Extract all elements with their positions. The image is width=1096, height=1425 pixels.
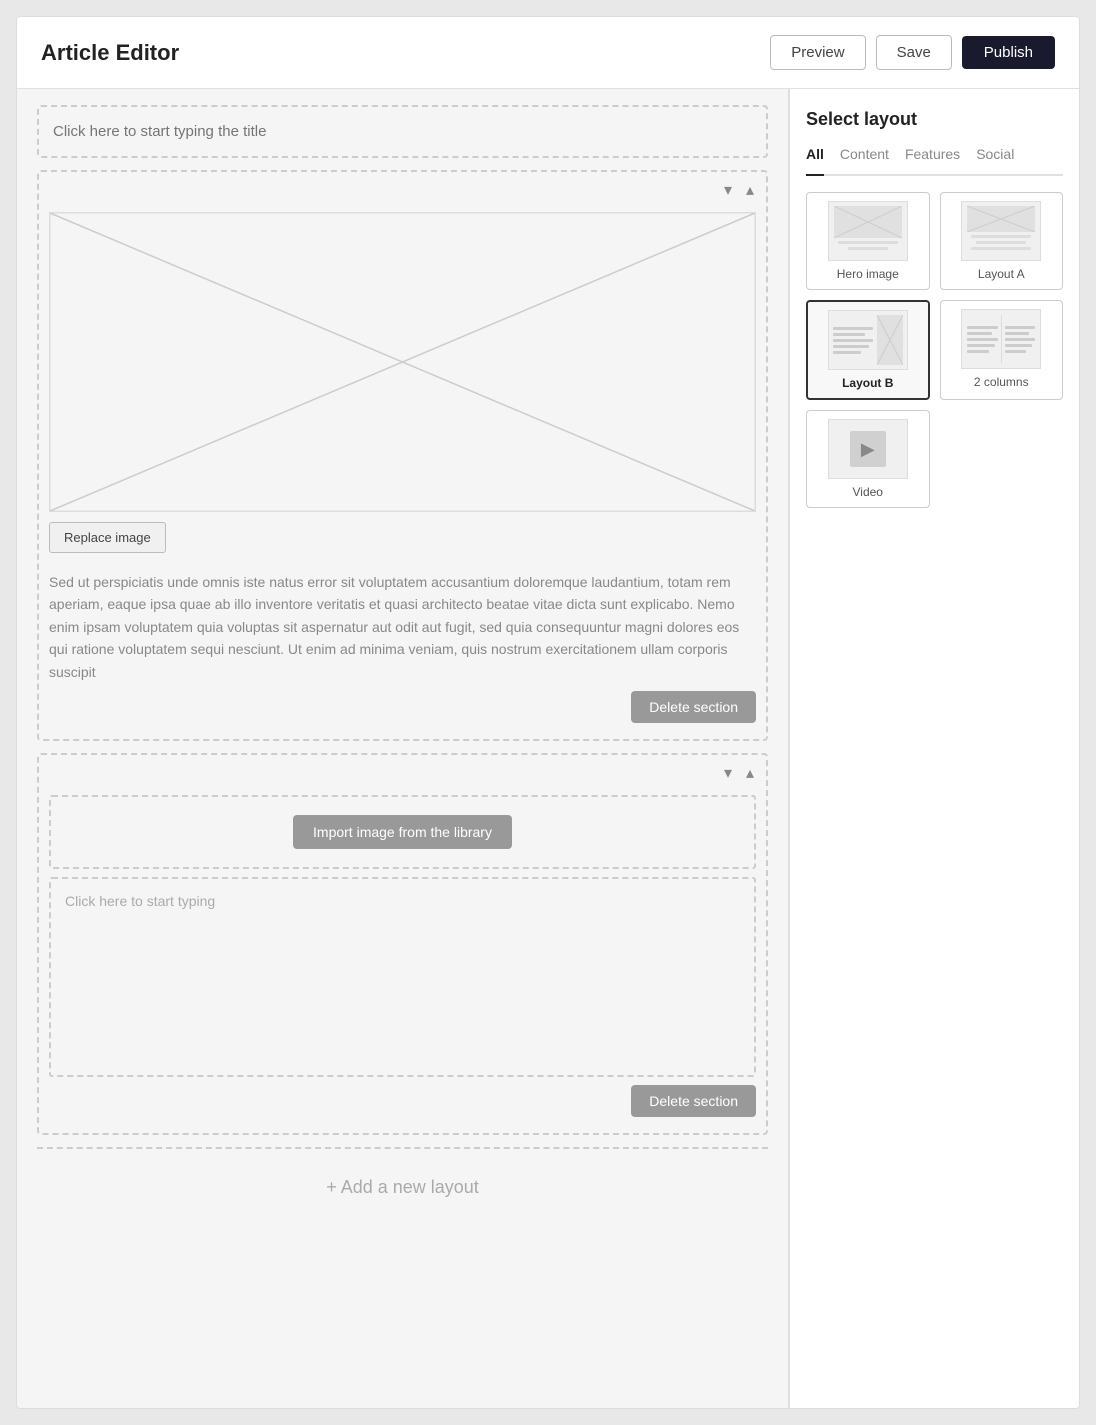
section-2-delete-button[interactable]: Delete section [631,1085,756,1117]
video-label: Video [853,485,883,499]
col-1 [967,315,998,363]
layout-item-2-columns[interactable]: 2 columns [940,300,1064,400]
title-section [37,105,768,158]
section-1-body-text: Sed ut perspiciatis unde omnis iste natu… [49,571,756,683]
sidebar: Select layout All Content Features Socia… [789,89,1079,1408]
header: Article Editor Preview Save Publish [17,17,1079,89]
section-2-move-down[interactable]: ▾ [720,761,736,785]
header-actions: Preview Save Publish [770,35,1055,70]
section-2-controls: ▾ ▴ [39,755,766,787]
image-x-overlay [50,213,755,511]
section-2: ▾ ▴ Import image from the library Click … [37,753,768,1135]
layout-tabs: All Content Features Social [806,146,1063,176]
2-columns-label: 2 columns [974,375,1029,389]
section-1-controls: ▾ ▴ [39,172,766,204]
sidebar-title: Select layout [806,109,1063,130]
layout-a-thumb-img [967,206,1035,232]
main-layout: ▾ ▴ Replace [17,89,1079,1408]
import-image-button[interactable]: Import image from the library [293,815,512,849]
section-1-move-down[interactable]: ▾ [720,178,736,202]
tab-all[interactable]: All [806,146,824,176]
publish-button[interactable]: Publish [962,36,1055,69]
save-button[interactable]: Save [876,35,952,70]
layout-b-thumb-img [877,315,903,365]
2-columns-thumb [961,309,1041,369]
layout-item-layout-b[interactable]: Layout B [806,300,930,400]
tab-content[interactable]: Content [840,146,889,166]
add-layout-button[interactable]: + Add a new layout [37,1147,768,1226]
video-thumb: ▶ [828,419,908,479]
editor-area: ▾ ▴ Replace [17,89,789,1408]
section-1-content: Replace image Sed ut perspiciatis unde o… [39,204,766,739]
section-1-delete-button[interactable]: Delete section [631,691,756,723]
section-2-move-up[interactable]: ▴ [742,761,758,785]
layout-grid: Hero image [806,192,1063,508]
hero-line-1 [838,241,898,244]
hero-line-2 [848,247,888,250]
layout-a-label: Layout A [978,267,1025,281]
layout-b-thumb-text [833,315,873,365]
section-1-image [49,212,756,512]
layout-item-hero-image[interactable]: Hero image [806,192,930,290]
preview-button[interactable]: Preview [770,35,865,70]
layout-b-thumb [828,310,908,370]
title-input[interactable] [43,111,762,152]
hero-image-label: Hero image [837,267,899,281]
col-2 [1005,315,1036,363]
replace-image-button[interactable]: Replace image [49,522,166,553]
import-image-area: Import image from the library [49,795,756,869]
video-icon: ▶ [850,431,886,467]
hero-thumb-img [834,206,902,238]
section-1-move-up[interactable]: ▴ [742,178,758,202]
section-2-text-placeholder: Click here to start typing [65,893,215,909]
section-2-text-area[interactable]: Click here to start typing [49,877,756,1077]
app-container: Article Editor Preview Save Publish ▾ ▴ [16,16,1080,1409]
layout-b-label: Layout B [842,376,893,390]
layout-item-video[interactable]: ▶ Video [806,410,930,508]
hero-image-thumb [828,201,908,261]
tab-features[interactable]: Features [905,146,960,166]
app-title: Article Editor [41,40,179,66]
layout-a-thumb [961,201,1041,261]
section-2-content: Import image from the library Click here… [39,787,766,1133]
tab-social[interactable]: Social [976,146,1014,166]
layout-item-layout-a[interactable]: Layout A [940,192,1064,290]
section-1: ▾ ▴ Replace [37,170,768,741]
